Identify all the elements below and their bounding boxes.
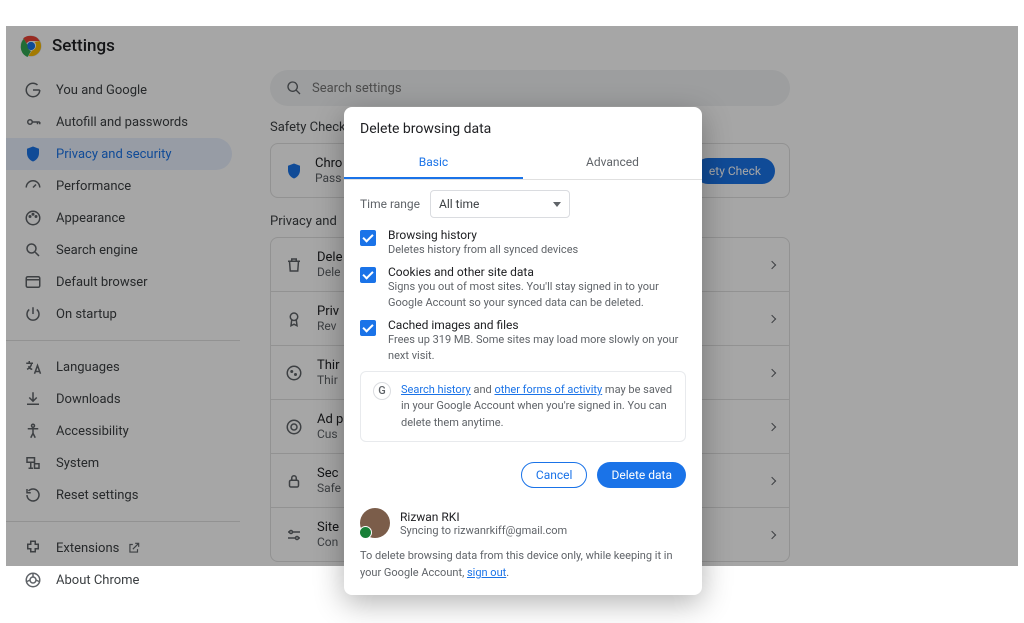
tab-basic[interactable]: Basic [344,147,523,179]
delete-browsing-data-dialog: Delete browsing data Basic Advanced Time… [344,107,702,595]
info-text: Search history and other forms of activi… [401,382,673,432]
delete-data-button[interactable]: Delete data [597,462,686,488]
check-desc: Signs you out of most sites. You'll stay… [388,279,686,310]
dialog-footer: To delete browsing data from this device… [344,542,702,595]
sidebar-item-about[interactable]: About Chrome [6,564,232,596]
dialog-title: Delete browsing data [344,107,702,147]
info-box: G Search history and other forms of acti… [360,371,686,443]
checkbox-cookies[interactable] [360,267,376,283]
account-sync: Syncing to rizwanrkiff@gmail.com [400,524,567,537]
account-row: Rizwan RKI Syncing to rizwanrkiff@gmail.… [344,502,702,542]
google-icon: G [373,382,391,400]
time-range-select[interactable]: All time [430,190,570,218]
time-range-value: All time [439,197,479,211]
sidebar-item-label: About Chrome [56,573,139,588]
avatar [360,508,390,538]
check-desc: Deletes history from all synced devices [388,242,578,257]
chevron-down-icon [553,202,561,207]
sign-out-link[interactable]: sign out [467,566,506,579]
checkbox-cache[interactable] [360,320,376,336]
check-title: Browsing history [388,228,578,242]
search-history-link[interactable]: Search history [401,383,471,396]
check-desc: Frees up 319 MB. Some sites may load mor… [388,332,686,363]
checkbox-browsing-history[interactable] [360,230,376,246]
time-range-label: Time range [360,197,420,211]
tab-advanced[interactable]: Advanced [523,147,702,179]
account-name: Rizwan RKI [400,510,567,524]
check-title: Cached images and files [388,318,686,332]
chrome-icon [24,571,42,589]
other-activity-link[interactable]: other forms of activity [494,383,602,396]
check-title: Cookies and other site data [388,265,686,279]
cancel-button[interactable]: Cancel [521,462,588,488]
